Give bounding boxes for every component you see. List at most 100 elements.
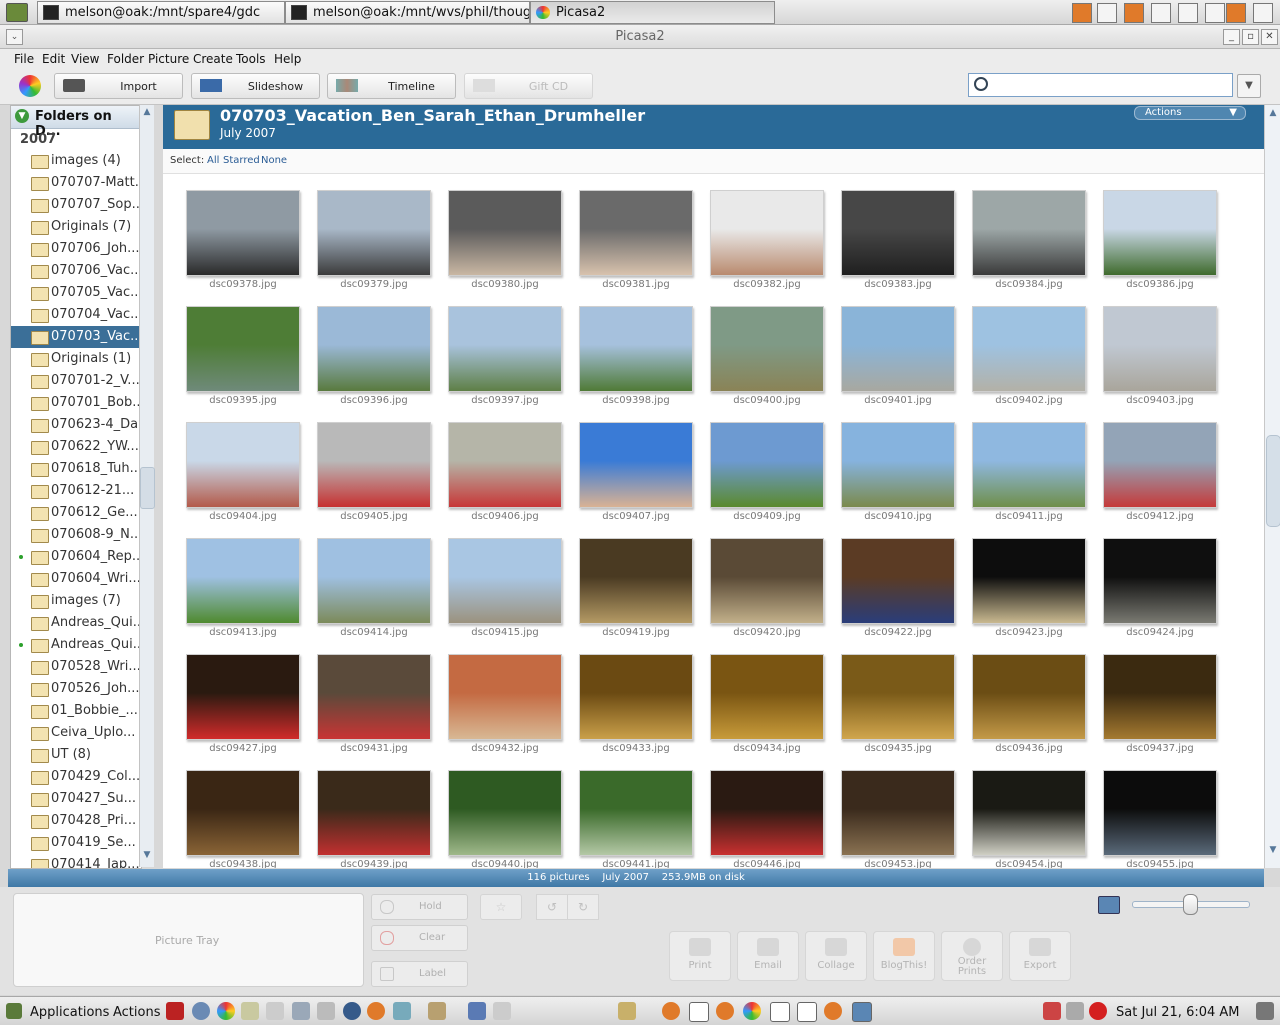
photo-thumbnail[interactable]: dsc09382.jpg [710,190,824,298]
firefox-icon[interactable] [1226,3,1246,23]
photo-image[interactable] [317,538,431,624]
photo-image[interactable] [186,654,300,740]
messenger-icon[interactable] [393,1002,411,1020]
editor-icon[interactable] [266,1002,284,1020]
folder-item[interactable]: 070706_Vac... [11,260,141,282]
picasa-icon[interactable] [743,1002,761,1020]
folder-item[interactable]: 070608-9_N... [11,524,141,546]
actions-dropdown[interactable]: Actions ▼ [1134,106,1246,120]
firefox-icon[interactable] [824,1002,842,1020]
thunderbird-icon[interactable] [343,1002,361,1020]
zoom-slider-handle[interactable] [1183,894,1198,915]
photo-thumbnail[interactable]: dsc09403.jpg [1103,306,1217,414]
photo-image[interactable] [317,190,431,276]
close-button[interactable]: ✕ [1261,29,1278,45]
import-button[interactable]: Import [54,73,183,99]
photo-image[interactable] [317,770,431,856]
photo-thumbnail[interactable]: dsc09379.jpg [317,190,431,298]
photo-thumbnail[interactable]: dsc09411.jpg [972,422,1086,530]
window-icon[interactable] [797,1002,817,1022]
window-icon[interactable] [852,1002,872,1022]
photo-thumbnail[interactable]: dsc09433.jpg [579,654,693,762]
computer-icon[interactable] [292,1002,310,1020]
folder-item[interactable]: 070623-4_Da... [11,414,141,436]
picasa-icon[interactable] [1151,3,1171,23]
photo-thumbnail[interactable]: dsc09409.jpg [710,422,824,530]
photo-image[interactable] [972,654,1086,740]
firefox-icon[interactable] [367,1002,385,1020]
photo-image[interactable] [317,422,431,508]
window-icon[interactable] [770,1002,790,1022]
photo-thumbnail[interactable]: dsc09402.jpg [972,306,1086,414]
photo-thumbnail[interactable]: dsc09454.jpg [972,770,1086,868]
mit-icon[interactable] [166,1002,184,1020]
network-icon[interactable] [192,1002,210,1020]
photo-thumbnail[interactable]: dsc09381.jpg [579,190,693,298]
taskbar-task-terminal-2[interactable]: melson@oak:/mnt/wvs/phil/thoughtlet [285,1,530,24]
window-icon[interactable] [1097,3,1117,23]
photo-image[interactable] [972,190,1086,276]
scroll-up-arrow-icon[interactable]: ▲ [1267,108,1279,120]
blogthis-button[interactable]: BlogThis! [873,931,935,981]
photo-thumbnail[interactable]: dsc09440.jpg [448,770,562,868]
folder-item[interactable]: 070706_Joh... [11,238,141,260]
folder-item[interactable]: 070428_Pri... [11,810,141,832]
photo-thumbnail[interactable]: dsc09415.jpg [448,538,562,646]
timeline-button[interactable]: Timeline [327,73,456,99]
photo-image[interactable] [186,422,300,508]
menu-create[interactable]: Create [193,52,233,66]
photo-image[interactable] [186,770,300,856]
folder-item[interactable]: 070526_Joh... [11,678,141,700]
folder-item[interactable]: 070427_Su... [11,788,141,810]
photo-image[interactable] [186,306,300,392]
photo-thumbnail[interactable]: dsc09401.jpg [841,306,955,414]
photo-image[interactable] [710,190,824,276]
folder-item[interactable]: images (7) [11,590,141,612]
magnifier-icon[interactable] [493,1002,511,1020]
rotate-right-button[interactable]: ↻ [567,894,599,920]
photo-image[interactable] [448,306,562,392]
photo-thumbnail[interactable]: dsc09434.jpg [710,654,824,762]
photo-image[interactable] [1103,306,1217,392]
firefox-icon[interactable] [662,1002,680,1020]
photo-image[interactable] [1103,422,1217,508]
trash-icon[interactable] [618,1002,636,1020]
export-button[interactable]: Export [1009,931,1071,981]
photo-thumbnail[interactable]: dsc09423.jpg [972,538,1086,646]
firefox-icon[interactable] [1072,3,1092,23]
email-button[interactable]: Email [737,931,799,981]
folder-scrollbar[interactable]: ▲ ▼ [139,105,155,867]
photo-image[interactable] [841,538,955,624]
photo-thumbnail[interactable]: dsc09453.jpg [841,770,955,868]
star-button[interactable]: ☆ [480,894,522,920]
photo-thumbnail[interactable]: dsc09414.jpg [317,538,431,646]
folder-item[interactable]: 070704_Vac... [11,304,141,326]
photo-image[interactable] [579,190,693,276]
folder-list-header[interactable]: ▼ Folders on D... [11,106,141,139]
firefox-icon[interactable] [1124,3,1144,23]
photo-thumbnail[interactable]: dsc09436.jpg [972,654,1086,762]
gift-cd-button[interactable]: Gift CD [464,73,593,99]
folder-item[interactable]: 070705_Vac... [11,282,141,304]
photo-thumbnail[interactable]: dsc09410.jpg [841,422,955,530]
folder-item[interactable]: 070419_Se... [11,832,141,854]
photo-thumbnail[interactable]: dsc09438.jpg [186,770,300,868]
photo-thumbnail[interactable]: dsc09419.jpg [579,538,693,646]
scroll-down-arrow-icon[interactable]: ▼ [1267,845,1279,857]
slideshow-button[interactable]: Slideshow [191,73,320,99]
photo-image[interactable] [579,770,693,856]
photo-image[interactable] [186,538,300,624]
search-field[interactable] [968,73,1233,97]
folder-item[interactable]: UT (8) [11,744,141,766]
photo-thumbnail[interactable]: dsc09431.jpg [317,654,431,762]
photo-image[interactable] [710,422,824,508]
photo-thumbnail[interactable]: dsc09412.jpg [1103,422,1217,530]
select-all-link[interactable]: All [207,155,219,166]
window-icon[interactable] [689,1002,709,1022]
scroll-down-arrow-icon[interactable]: ▼ [141,850,153,864]
menu-folder[interactable]: Folder [107,52,144,66]
print-button[interactable]: Print [669,931,731,981]
photo-thumbnail[interactable]: dsc09386.jpg [1103,190,1217,298]
photo-thumbnail[interactable]: dsc09455.jpg [1103,770,1217,868]
grid-scrollbar[interactable]: ▲ ▼ [1264,105,1280,868]
